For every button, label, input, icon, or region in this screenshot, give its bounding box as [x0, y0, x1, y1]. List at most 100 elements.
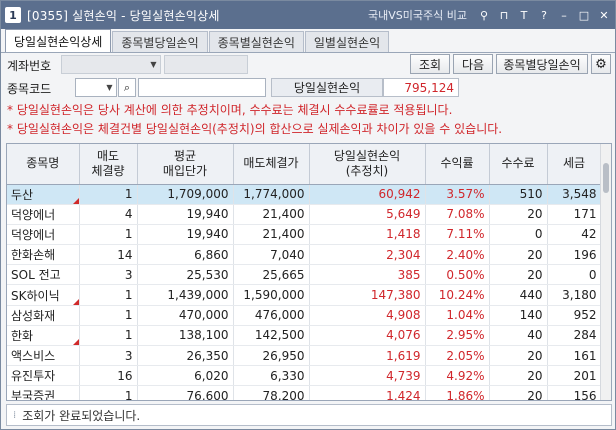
tab-bar: 당일실현손익상세 종목별당일손익 종목별실현손익 일별실현손익	[1, 29, 615, 53]
tab-by-stock-realized[interactable]: 종목별실현손익	[208, 31, 304, 52]
table-row[interactable]: 액스비스 3 26,350 26,950 1,619 2.05% 20 161	[7, 345, 602, 367]
tab-daily-realized[interactable]: 일별실현손익	[304, 31, 390, 52]
compare-link[interactable]: 국내VS미국주식 비교	[368, 7, 467, 23]
table-body: 두산 1 1,709,000 1,774,000 60,942 3.57% 510 3,548…	[7, 184, 602, 400]
cell-col-realized-pnl: 4,739	[309, 365, 426, 387]
account-label: 계좌번호	[7, 59, 52, 73]
table-row[interactable]: 유진투자 16 6,020 6,330 4,739 4.92% 20 201	[7, 365, 602, 387]
cell-col-sell-price: 26,950	[233, 345, 310, 367]
maximize-icon[interactable]: □	[577, 8, 591, 22]
cell-col-return-rate: 2.95%	[425, 325, 490, 347]
stock-name-field[interactable]	[138, 78, 266, 97]
cell-col-realized-pnl: 1,619	[309, 345, 426, 367]
cell-col-avg-buy-price: 76,600	[137, 385, 234, 400]
flag-marker-icon	[72, 298, 79, 305]
cell-col-sell-qty: 16	[79, 365, 138, 387]
stock-code-select[interactable]: ▼	[75, 78, 117, 97]
table-row[interactable]: SOL 전고 3 25,530 25,665 385 0.50% 20 0	[7, 264, 602, 286]
table-row[interactable]: 한화손해 14 6,860 7,040 2,304 2.40% 20 196	[7, 244, 602, 266]
cell-col-tax: 156	[547, 385, 602, 400]
cell-col-realized-pnl: 4,908	[309, 305, 426, 326]
cell-col-avg-buy-price: 19,940	[137, 204, 234, 225]
table-row[interactable]: 덕양에너 1 19,940 21,400 1,418 7.11% 0 42	[7, 224, 602, 246]
tab-by-stock-daily[interactable]: 종목별당일손익	[112, 31, 208, 52]
header-col-sell-price[interactable]: 매도체결가	[233, 144, 310, 185]
table-row[interactable]: 부국증권 1 76,600 78,200 1,424 1.86% 20 156	[7, 385, 602, 400]
cell-col-fee: 20	[489, 345, 548, 367]
cell-col-stock-name: 액스비스	[7, 345, 80, 367]
main-window: 1 [0355] 실현손익 - 당일실현손익상세 국내VS미국주식 비교 ⚲ ⊓…	[0, 0, 616, 430]
chevron-down-icon[interactable]: ▼	[147, 56, 160, 73]
cell-col-return-rate: 2.40%	[425, 244, 490, 266]
cell-col-sell-qty: 4	[79, 204, 138, 225]
link-icon[interactable]: ⚲	[477, 8, 491, 22]
cell-col-fee: 440	[489, 284, 548, 306]
cell-col-fee: 40	[489, 325, 548, 347]
search-icon[interactable]: ⌕	[118, 78, 136, 97]
cell-col-fee: 140	[489, 305, 548, 326]
gear-icon[interactable]: ⚙	[591, 54, 611, 74]
cell-col-realized-pnl: 5,649	[309, 204, 426, 225]
cell-col-sell-price: 476,000	[233, 305, 310, 326]
cell-col-return-rate: 4.92%	[425, 365, 490, 387]
pin-icon[interactable]: ⊓	[497, 8, 511, 22]
cell-col-tax: 171	[547, 204, 602, 225]
table-row[interactable]: 삼성화재 1 470,000 476,000 4,908 1.04% 140 952	[7, 305, 602, 326]
cell-col-realized-pnl: 1,418	[309, 224, 426, 246]
cell-col-fee: 20	[489, 365, 548, 387]
cell-col-stock-name: 덕양에너	[7, 204, 80, 225]
header-col-avg-buy-price[interactable]: 평균 매입단가	[137, 144, 234, 185]
table-row[interactable]: 한화 1 138,100 142,500 4,076 2.95% 40 284	[7, 325, 602, 347]
title-bar: 1 [0355] 실현손익 - 당일실현손익상세 국내VS미국주식 비교 ⚲ ⊓…	[1, 1, 615, 29]
cell-col-sell-qty: 1	[79, 385, 138, 400]
help-icon[interactable]: ?	[537, 8, 551, 22]
table-row[interactable]: 두산 1 1,709,000 1,774,000 60,942 3.57% 510 3,548	[7, 184, 602, 205]
cell-col-sell-qty: 1	[79, 184, 138, 205]
next-button[interactable]: 다음	[453, 54, 493, 74]
cell-col-tax: 3,180	[547, 284, 602, 306]
cell-col-avg-buy-price: 26,350	[137, 345, 234, 367]
scrollbar-thumb[interactable]	[603, 163, 609, 193]
close-icon[interactable]: ✕	[597, 8, 611, 22]
cell-col-fee: 20	[489, 204, 548, 225]
cell-col-stock-name: 유진투자	[7, 365, 80, 387]
cell-col-return-rate: 1.86%	[425, 385, 490, 400]
cell-col-avg-buy-price: 1,439,000	[137, 284, 234, 306]
cell-col-sell-qty: 1	[79, 284, 138, 306]
cell-col-stock-name: 삼성화재	[7, 305, 80, 326]
minimize-icon[interactable]: –	[557, 8, 571, 22]
cell-col-sell-price: 6,330	[233, 365, 310, 387]
cell-col-sell-qty: 14	[79, 244, 138, 266]
cell-col-realized-pnl: 4,076	[309, 325, 426, 347]
text-size-icon[interactable]: T	[517, 8, 531, 22]
header-col-stock-name[interactable]: 종목명	[7, 144, 80, 185]
flag-marker-icon	[72, 339, 79, 345]
tab-daily-realized-detail[interactable]: 당일실현손익상세	[5, 29, 112, 52]
search-button[interactable]: 조회	[410, 54, 450, 74]
cell-col-tax: 42	[547, 224, 602, 246]
by-stock-daily-button[interactable]: 종목별당일손익	[496, 54, 588, 74]
chevron-down-icon[interactable]: ▼	[103, 79, 116, 96]
header-col-tax[interactable]: 세금	[547, 144, 602, 185]
note-line: * 당일실현손익은 당사 계산에 의한 추정치이며, 수수료는 체결시 수수료률…	[7, 103, 453, 117]
realized-pnl-table[interactable]: 종목명 매도 체결량 평균 매입단가 매도체결가 당일실현손익 (추정치) 수익률 수수료 세금 두…	[6, 143, 612, 401]
cell-col-fee: 20	[489, 385, 548, 400]
account-select[interactable]: ▼	[61, 55, 161, 74]
header-col-sell-qty[interactable]: 매도 체결량	[79, 144, 138, 185]
grip-icon: ⁞	[13, 409, 17, 421]
cell-col-sell-price: 7,040	[233, 244, 310, 266]
header-col-return-rate[interactable]: 수익률	[425, 144, 490, 185]
cell-col-return-rate: 10.24%	[425, 284, 490, 306]
cell-col-stock-name: 덕양에너	[7, 224, 80, 246]
status-text: 조회가 완료되었습니다.	[22, 408, 141, 423]
cell-col-return-rate: 3.57%	[425, 184, 490, 205]
table-row[interactable]: SK하이닉 1 1,439,000 1,590,000 147,380 10.24% 440…	[7, 284, 602, 306]
cell-col-avg-buy-price: 1,709,000	[137, 184, 234, 205]
header-col-fee[interactable]: 수수료	[489, 144, 548, 185]
table-row[interactable]: 덕양에너 4 19,940 21,400 5,649 7.08% 20 171	[7, 204, 602, 225]
cell-col-return-rate: 7.11%	[425, 224, 490, 246]
header-col-realized-pnl[interactable]: 당일실현손익 (추정치)	[309, 144, 426, 185]
cell-col-stock-name: 두산	[7, 184, 80, 205]
vertical-scrollbar[interactable]	[600, 144, 611, 400]
account-password-field[interactable]	[164, 55, 248, 74]
